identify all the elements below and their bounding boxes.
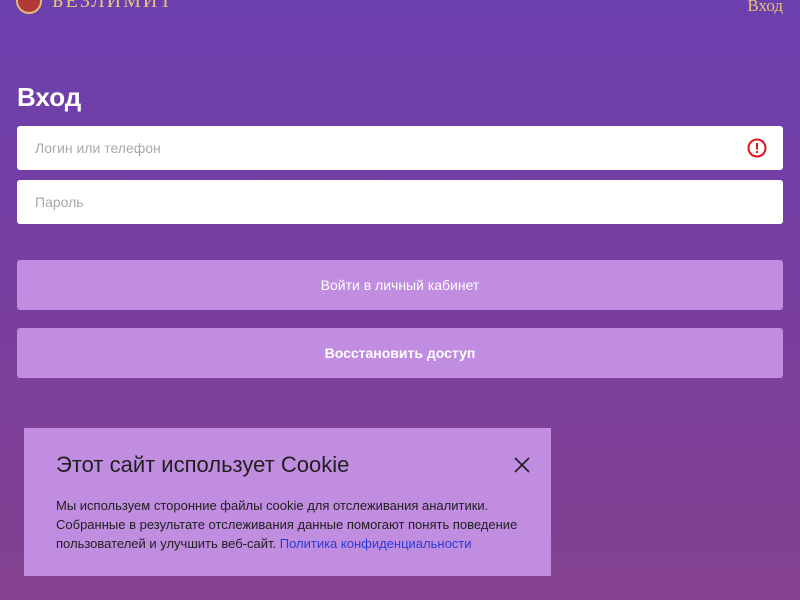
- restore-access-button[interactable]: Восстановить доступ: [17, 328, 783, 378]
- close-icon[interactable]: [513, 456, 531, 474]
- logo[interactable]: БЕЗЛИМИТ: [16, 0, 174, 14]
- cookie-text-block: Мы используем сторонние файлы cookie для…: [56, 496, 519, 553]
- header-login-link[interactable]: Вход: [747, 0, 783, 16]
- logo-emblem-icon: [16, 0, 42, 14]
- cookie-title: Этот сайт использует Cookie: [56, 452, 350, 477]
- password-input[interactable]: [33, 193, 767, 211]
- privacy-policy-link[interactable]: Политика конфиденциальности: [280, 536, 472, 551]
- logo-text: БЕЗЛИМИТ: [52, 0, 174, 12]
- login-input[interactable]: [33, 139, 767, 157]
- login-field[interactable]: [17, 126, 783, 170]
- header: БЕЗЛИМИТ Вход: [0, 0, 800, 20]
- page-title: Вход: [17, 82, 82, 112]
- error-icon: [747, 138, 767, 158]
- cookie-banner: Этот сайт использует Cookie Мы используе…: [24, 428, 551, 576]
- login-button[interactable]: Войти в личный кабинет: [17, 260, 783, 310]
- password-field[interactable]: [17, 180, 783, 224]
